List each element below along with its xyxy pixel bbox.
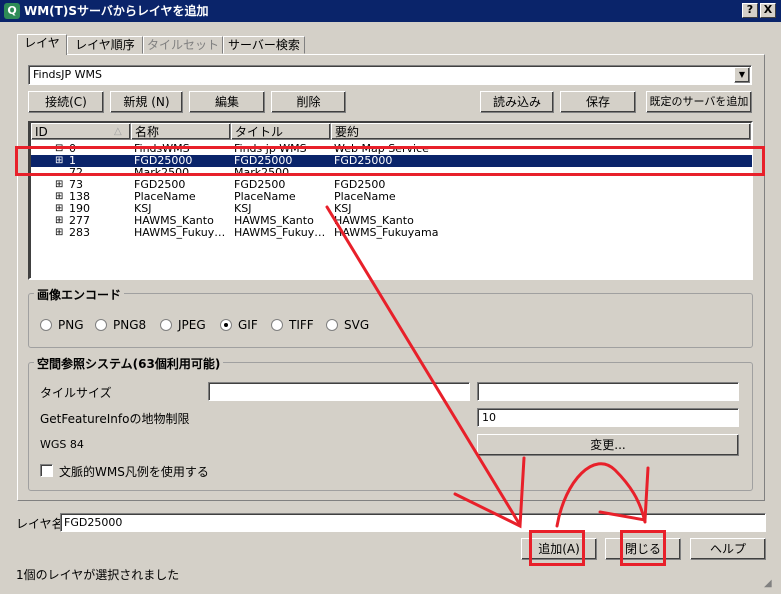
tab-layers[interactable]: レイヤ [17, 34, 67, 55]
arrow-line-to-add [325, 205, 522, 527]
annotation-arrows [325, 205, 650, 529]
